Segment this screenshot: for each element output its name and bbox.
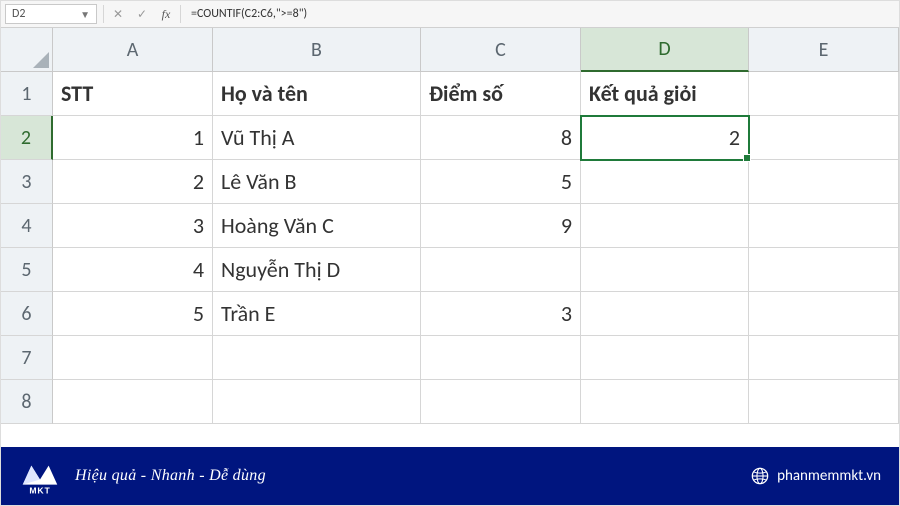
- excel-window: D2 ▼ ✕ ✓ fx =COUNTIF(C2:C6,">=8") A B C …: [0, 0, 900, 506]
- cell-E5[interactable]: [749, 248, 899, 292]
- name-box-value: D2: [12, 7, 25, 21]
- cell-D1[interactable]: Kết quả giỏi: [581, 72, 749, 116]
- mkt-logo-icon: MKT: [19, 457, 61, 495]
- cell-D8[interactable]: [581, 380, 749, 424]
- cell-E2[interactable]: [749, 116, 899, 160]
- cell-B5[interactable]: Nguyễn Thị D: [213, 248, 421, 292]
- cell-D5[interactable]: [581, 248, 749, 292]
- row-header-6[interactable]: 6: [1, 292, 53, 336]
- cell-C6[interactable]: 3: [421, 292, 581, 336]
- brand-site-label: phanmemmkt.vn: [777, 467, 881, 485]
- chevron-down-icon[interactable]: ▼: [80, 8, 90, 21]
- row-header-5[interactable]: 5: [1, 248, 53, 292]
- cell-D3[interactable]: [581, 160, 749, 204]
- cell-E8[interactable]: [749, 380, 899, 424]
- cell-C2[interactable]: 8: [421, 116, 581, 160]
- cell-D6[interactable]: [581, 292, 749, 336]
- col-header-B[interactable]: B: [213, 28, 421, 72]
- row-header-1[interactable]: 1: [1, 72, 53, 116]
- cell-A4[interactable]: 3: [53, 204, 213, 248]
- col-header-E[interactable]: E: [749, 28, 899, 72]
- cell-A8[interactable]: [53, 380, 213, 424]
- cell-C5[interactable]: [421, 248, 581, 292]
- cancel-icon[interactable]: ✕: [106, 7, 130, 22]
- cell-D4[interactable]: [581, 204, 749, 248]
- cell-D7[interactable]: [581, 336, 749, 380]
- row-header-3[interactable]: 3: [1, 160, 53, 204]
- brand-tagline: Hiệu quả - Nhanh - Dễ dùng: [75, 467, 266, 485]
- row-header-4[interactable]: 4: [1, 204, 53, 248]
- name-box[interactable]: D2 ▼: [5, 4, 97, 24]
- divider: [103, 5, 104, 23]
- formula-input[interactable]: =COUNTIF(C2:C6,">=8"): [183, 7, 899, 21]
- brand-footer: MKT Hiệu quả - Nhanh - Dễ dùng phanmemmk…: [1, 447, 899, 505]
- cell-A1[interactable]: STT: [53, 72, 213, 116]
- divider: [180, 5, 181, 23]
- cell-E4[interactable]: [749, 204, 899, 248]
- cell-E1[interactable]: [749, 72, 899, 116]
- row-header-7[interactable]: 7: [1, 336, 53, 380]
- spreadsheet-grid[interactable]: A B C D E 1 STT Họ và tên Điểm số Kết qu…: [1, 28, 899, 424]
- cell-A7[interactable]: [53, 336, 213, 380]
- cell-B6[interactable]: Trần E: [213, 292, 421, 336]
- cell-B8[interactable]: [213, 380, 421, 424]
- cell-A6[interactable]: 5: [53, 292, 213, 336]
- cell-C3[interactable]: 5: [421, 160, 581, 204]
- cell-C1[interactable]: Điểm số: [421, 72, 581, 116]
- col-header-D[interactable]: D: [581, 28, 749, 72]
- select-all-corner[interactable]: [1, 28, 53, 72]
- cell-B7[interactable]: [213, 336, 421, 380]
- formula-bar: D2 ▼ ✕ ✓ fx =COUNTIF(C2:C6,">=8"): [1, 1, 899, 28]
- brand-site[interactable]: phanmemmkt.vn: [751, 467, 881, 485]
- cell-B2[interactable]: Vũ Thị A: [213, 116, 421, 160]
- cell-C4[interactable]: 9: [421, 204, 581, 248]
- globe-icon: [751, 467, 769, 485]
- cell-A5[interactable]: 4: [53, 248, 213, 292]
- row-header-2[interactable]: 2: [1, 116, 53, 160]
- row-header-8[interactable]: 8: [1, 380, 53, 424]
- col-header-C[interactable]: C: [421, 28, 581, 72]
- col-header-A[interactable]: A: [53, 28, 213, 72]
- cell-B1[interactable]: Họ và tên: [213, 72, 421, 116]
- svg-text:MKT: MKT: [29, 485, 50, 495]
- cell-C8[interactable]: [421, 380, 581, 424]
- cell-C7[interactable]: [421, 336, 581, 380]
- fx-icon[interactable]: fx: [154, 7, 178, 22]
- brand-block: MKT Hiệu quả - Nhanh - Dễ dùng: [19, 457, 266, 495]
- cell-A2[interactable]: 1: [53, 116, 213, 160]
- cell-B4[interactable]: Hoàng Văn C: [213, 204, 421, 248]
- cell-E6[interactable]: [749, 292, 899, 336]
- confirm-icon[interactable]: ✓: [130, 7, 154, 22]
- cell-D2[interactable]: 2: [581, 116, 749, 160]
- cell-E3[interactable]: [749, 160, 899, 204]
- cell-E7[interactable]: [749, 336, 899, 380]
- cell-A3[interactable]: 2: [53, 160, 213, 204]
- cell-B3[interactable]: Lê Văn B: [213, 160, 421, 204]
